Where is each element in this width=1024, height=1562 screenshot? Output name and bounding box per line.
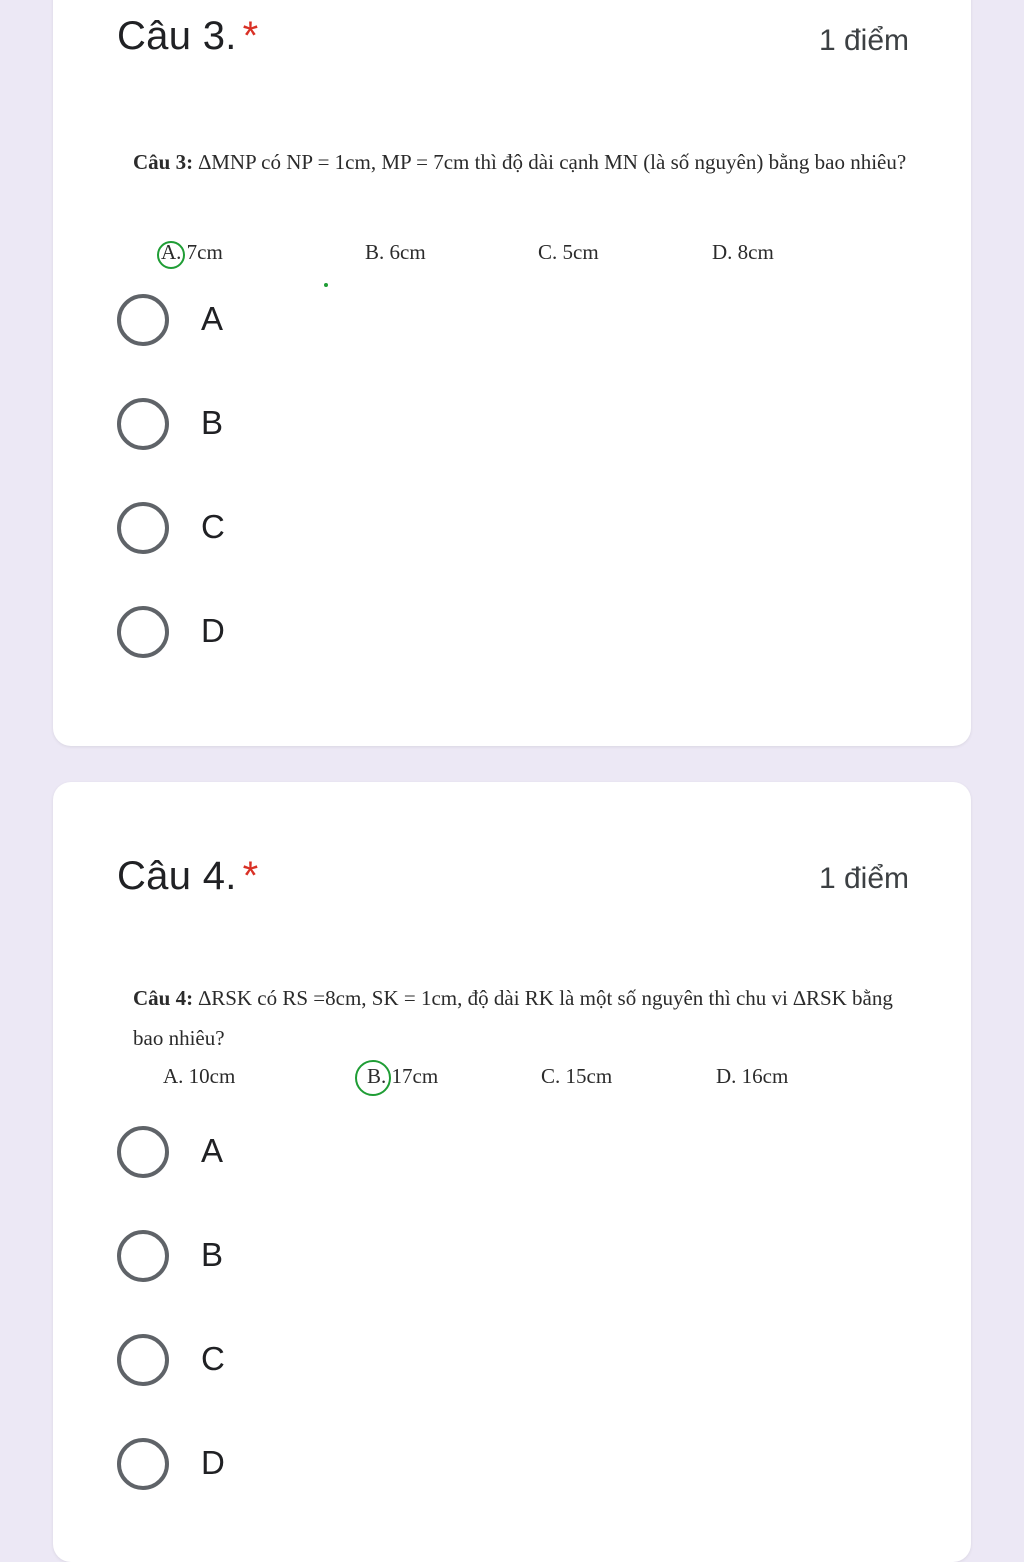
- required-asterisk: *: [242, 854, 259, 898]
- radio-button[interactable]: [117, 294, 169, 346]
- choice-c[interactable]: C: [117, 1334, 517, 1390]
- problem-text: ∆MNP có NP = 1cm, MP = 7cm thì độ dài cạ…: [193, 150, 907, 174]
- choice-b[interactable]: B: [117, 1230, 517, 1286]
- choice-a[interactable]: A: [117, 294, 517, 350]
- problem-option-b: B. 6cm: [365, 240, 426, 264]
- stray-mark: [324, 283, 328, 287]
- radio-button[interactable]: [117, 1126, 169, 1178]
- problem-statement: Câu 3: ∆MNP có NP = 1cm, MP = 7cm thì độ…: [133, 142, 913, 182]
- problem-options: A. 10cm B. 17cm C. 15cm D. 16cm: [133, 1060, 913, 1096]
- choice-label: D: [201, 612, 225, 649]
- problem-option-a: A. 10cm: [163, 1064, 236, 1088]
- question-card-4: Câu 4. * 1 điểm Câu 4: ∆RSK có RS =8cm, S…: [53, 782, 971, 1562]
- radio-button[interactable]: [117, 398, 169, 450]
- choice-label: C: [201, 508, 225, 545]
- problem-label: Câu 3:: [133, 150, 194, 174]
- question-points: 1 điểm: [818, 862, 909, 895]
- choice-label: B: [201, 404, 224, 441]
- question-title-text: Câu 3.: [117, 14, 237, 58]
- question-title-text: Câu 4.: [117, 854, 237, 898]
- question-points: 1 điểm: [818, 24, 909, 57]
- required-asterisk: *: [242, 14, 259, 58]
- problem-option-b: B. 17cm: [367, 1064, 439, 1088]
- radio-button[interactable]: [117, 1438, 169, 1490]
- problem-option-c: C. 5cm: [538, 240, 599, 264]
- choice-label: D: [201, 1444, 225, 1481]
- choice-label: A: [201, 1132, 224, 1169]
- problem-option-a: A. 7cm: [161, 240, 223, 264]
- choice-a[interactable]: A: [117, 1126, 517, 1182]
- radio-button[interactable]: [117, 606, 169, 658]
- choice-c[interactable]: C: [117, 502, 517, 558]
- problem-options: A. 7cm B. 6cm C. 5cm D. 8cm: [133, 236, 913, 270]
- choice-d[interactable]: D: [117, 606, 517, 662]
- problem-label: Câu 4:: [133, 986, 194, 1010]
- problem-text: ∆RSK có RS =8cm, SK = 1cm, độ dài RK là …: [133, 986, 893, 1050]
- choice-label: A: [201, 300, 224, 337]
- choice-label: C: [201, 1340, 225, 1377]
- problem-option-d: D. 8cm: [712, 240, 774, 264]
- problem-statement: Câu 4: ∆RSK có RS =8cm, SK = 1cm, độ dài…: [133, 978, 913, 1058]
- question-title: Câu 4. *: [117, 854, 259, 899]
- radio-button[interactable]: [117, 1230, 169, 1282]
- choice-b[interactable]: B: [117, 398, 517, 454]
- question-title: Câu 3. *: [117, 14, 259, 59]
- choice-label: B: [201, 1236, 224, 1273]
- problem-option-c: C. 15cm: [541, 1064, 613, 1088]
- question-card-3: Câu 3. * 1 điểm Câu 3: ∆MNP có NP = 1cm, …: [53, 0, 971, 746]
- problem-option-d: D. 16cm: [716, 1064, 789, 1088]
- radio-button[interactable]: [117, 502, 169, 554]
- choice-d[interactable]: D: [117, 1438, 517, 1494]
- radio-button[interactable]: [117, 1334, 169, 1386]
